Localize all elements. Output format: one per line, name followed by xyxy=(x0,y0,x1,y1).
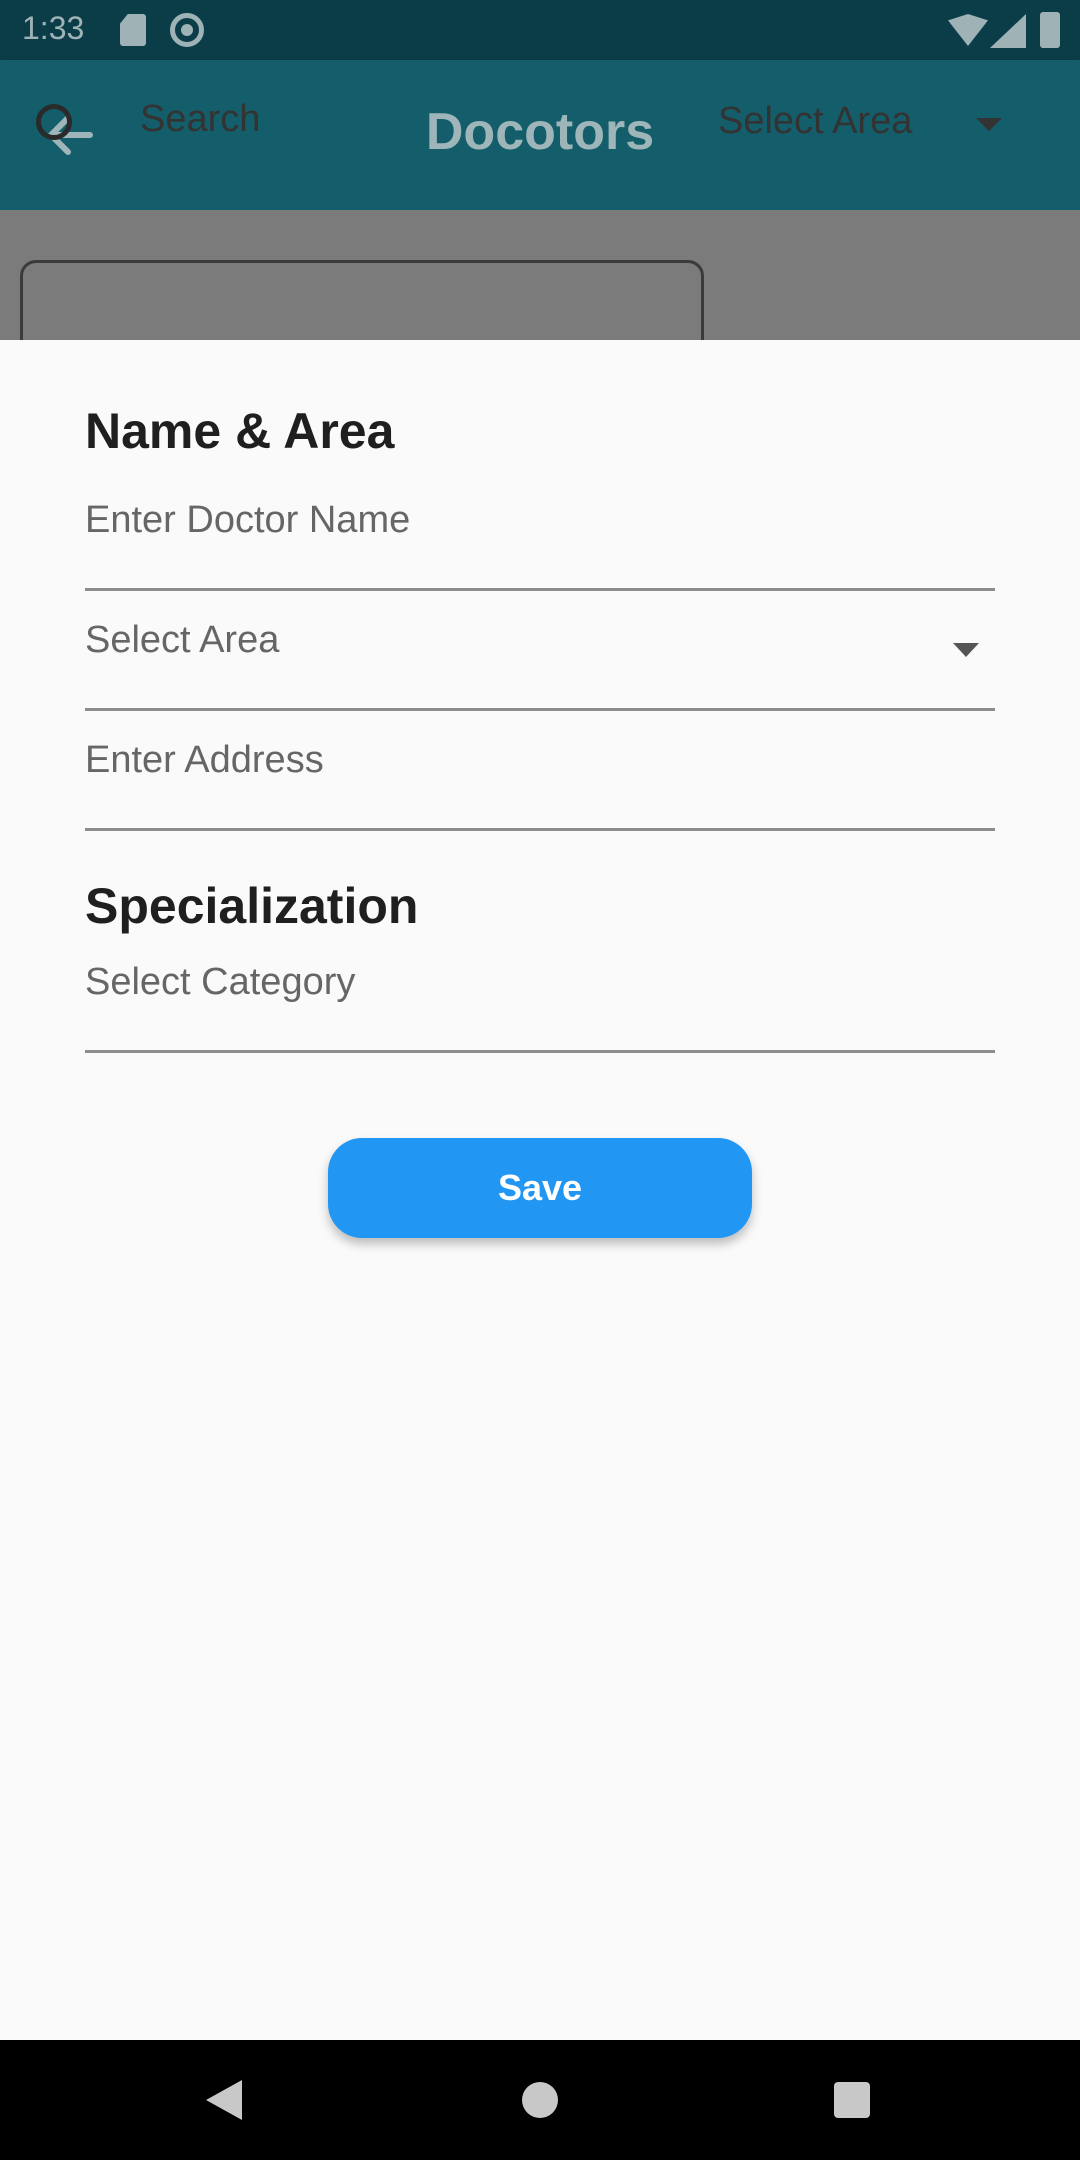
wifi-icon xyxy=(948,14,988,46)
caret-down-icon xyxy=(953,643,979,657)
sync-icon xyxy=(170,13,204,47)
specialization-title: Specialization xyxy=(85,878,419,934)
status-bar: 1:33 xyxy=(0,0,1080,60)
navigation-bar xyxy=(0,2040,1080,2160)
nav-back-icon[interactable] xyxy=(206,2080,242,2120)
background-content xyxy=(0,210,1080,380)
nav-home-icon[interactable] xyxy=(522,2082,558,2118)
add-doctor-sheet: Name & Area Enter Doctor Name Select Are… xyxy=(0,340,1080,2040)
doctor-name-placeholder: Enter Doctor Name xyxy=(85,499,411,541)
category-field[interactable]: Select Category xyxy=(85,935,995,1053)
search-placeholder: Search xyxy=(140,98,261,140)
category-label: Select Category xyxy=(85,961,356,1003)
search-icon xyxy=(36,104,72,140)
status-time: 1:33 xyxy=(22,10,85,46)
nav-recents-icon[interactable] xyxy=(834,2082,870,2118)
address-placeholder: Enter Address xyxy=(85,739,324,781)
address-field[interactable]: Enter Address xyxy=(85,713,995,831)
area-dropdown[interactable]: Select Area xyxy=(85,593,995,711)
save-button[interactable]: Save xyxy=(328,1138,752,1238)
signal-icon xyxy=(990,14,1026,48)
battery-icon xyxy=(1040,12,1060,48)
sd-card-icon xyxy=(120,14,146,46)
area-dropdown-label: Select Area xyxy=(85,619,280,661)
caret-down-icon xyxy=(976,118,1002,131)
area-filter-label[interactable]: Select Area xyxy=(718,100,912,143)
doctor-name-field[interactable]: Enter Doctor Name xyxy=(85,473,995,591)
name-area-title: Name & Area xyxy=(85,403,395,459)
